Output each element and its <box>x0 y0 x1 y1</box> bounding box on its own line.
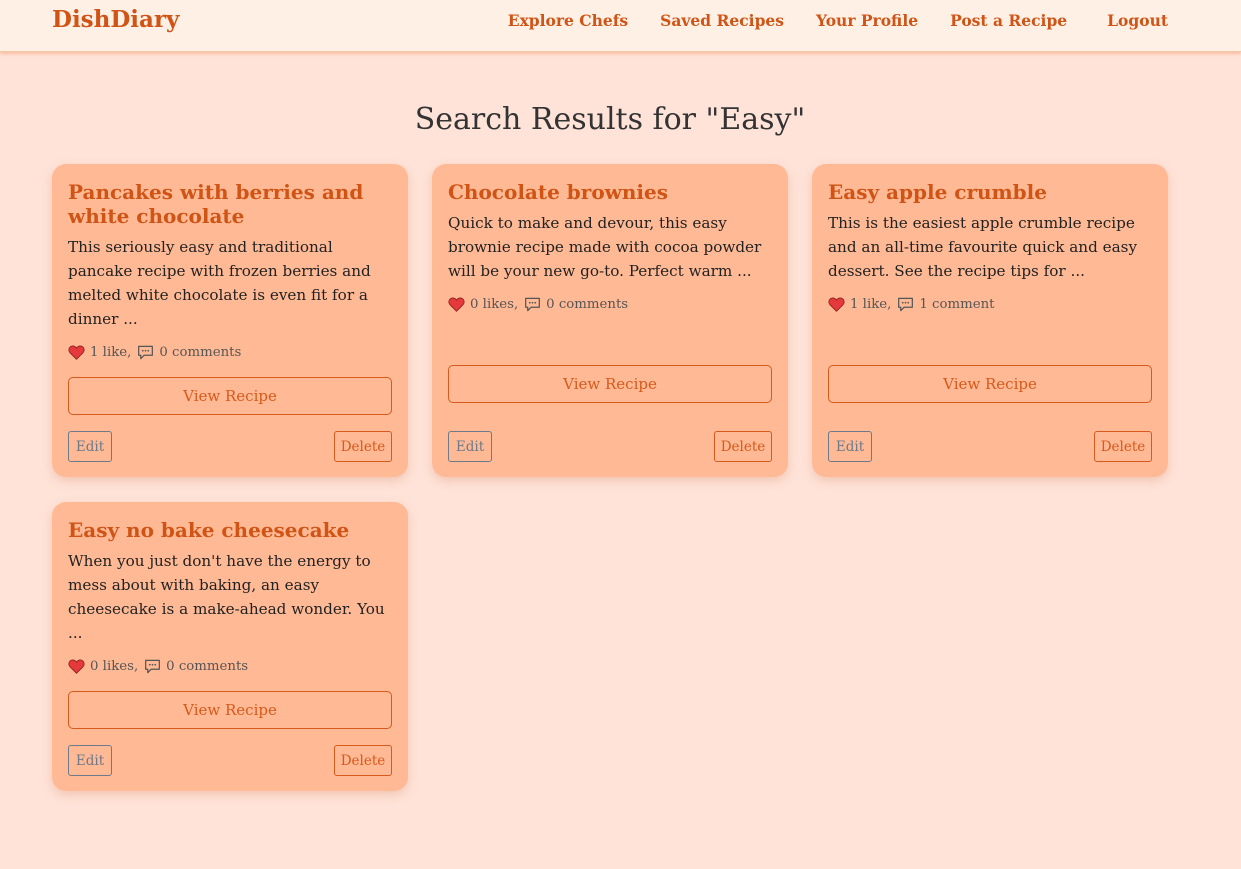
comments-count: 0 comments <box>159 345 242 360</box>
nav-link-logout[interactable]: Logout <box>1107 11 1168 30</box>
comment-icon <box>525 297 541 312</box>
recipe-card: Easy apple crumble This is the easiest a… <box>812 164 1168 477</box>
recipe-description: This is the easiest apple crumble recipe… <box>828 214 1138 280</box>
edit-button[interactable]: Edit <box>828 431 872 462</box>
recipe-title[interactable]: Pancakes with berries and white chocolat… <box>68 180 392 228</box>
heart-icon <box>448 297 465 312</box>
comments-count: 0 comments <box>166 659 249 674</box>
view-recipe-button[interactable]: View Recipe <box>448 365 772 403</box>
recipe-card: Chocolate brownies Quick to make and dev… <box>432 164 788 477</box>
comment-icon <box>138 345 154 360</box>
delete-button[interactable]: Delete <box>334 431 392 462</box>
recipe-stats: 0 likes, 0 comments <box>68 659 392 674</box>
recipe-description: This seriously easy and traditional panc… <box>68 238 371 328</box>
recipe-title[interactable]: Easy apple crumble <box>828 180 1152 204</box>
comment-icon <box>145 659 161 674</box>
view-recipe-button[interactable]: View Recipe <box>68 377 392 415</box>
nav-links: Explore Chefs Saved Recipes Your Profile… <box>476 11 1168 30</box>
likes-count: 1 like, <box>850 297 892 312</box>
heart-icon <box>68 659 85 674</box>
recipe-description: When you just don't have the energy to m… <box>68 552 385 642</box>
recipe-card: Pancakes with berries and white chocolat… <box>52 164 408 477</box>
recipe-title[interactable]: Easy no bake cheesecake <box>68 518 392 542</box>
navbar: DishDiary Explore Chefs Saved Recipes Yo… <box>0 0 1241 52</box>
nav-link-post-recipe[interactable]: Post a Recipe <box>950 11 1067 30</box>
delete-button[interactable]: Delete <box>1094 431 1152 462</box>
recipe-stats: 0 likes, 0 comments <box>448 297 772 312</box>
likes-count: 0 likes, <box>90 659 139 674</box>
recipe-card: Easy no bake cheesecake When you just do… <box>52 502 408 791</box>
recipe-title[interactable]: Chocolate brownies <box>448 180 772 204</box>
view-recipe-button[interactable]: View Recipe <box>828 365 1152 403</box>
delete-button[interactable]: Delete <box>334 745 392 776</box>
likes-count: 1 like, <box>90 345 132 360</box>
heart-icon <box>68 345 85 360</box>
comments-count: 1 comment <box>919 297 995 312</box>
brand-logo[interactable]: DishDiary <box>52 6 179 33</box>
recipe-description: Quick to make and devour, this easy brow… <box>448 214 762 280</box>
edit-button[interactable]: Edit <box>68 745 112 776</box>
nav-link-saved-recipes[interactable]: Saved Recipes <box>660 11 784 30</box>
comment-icon <box>898 297 914 312</box>
nav-link-your-profile[interactable]: Your Profile <box>816 11 918 30</box>
edit-button[interactable]: Edit <box>448 431 492 462</box>
recipe-stats: 1 like, 0 comments <box>68 345 392 360</box>
view-recipe-button[interactable]: View Recipe <box>68 691 392 729</box>
page-title: Search Results for "Easy" <box>414 102 806 137</box>
delete-button[interactable]: Delete <box>714 431 772 462</box>
likes-count: 0 likes, <box>470 297 519 312</box>
heart-icon <box>828 297 845 312</box>
comments-count: 0 comments <box>546 297 629 312</box>
nav-link-explore-chefs[interactable]: Explore Chefs <box>508 11 628 30</box>
recipe-stats: 1 like, 1 comment <box>828 297 1152 312</box>
edit-button[interactable]: Edit <box>68 431 112 462</box>
